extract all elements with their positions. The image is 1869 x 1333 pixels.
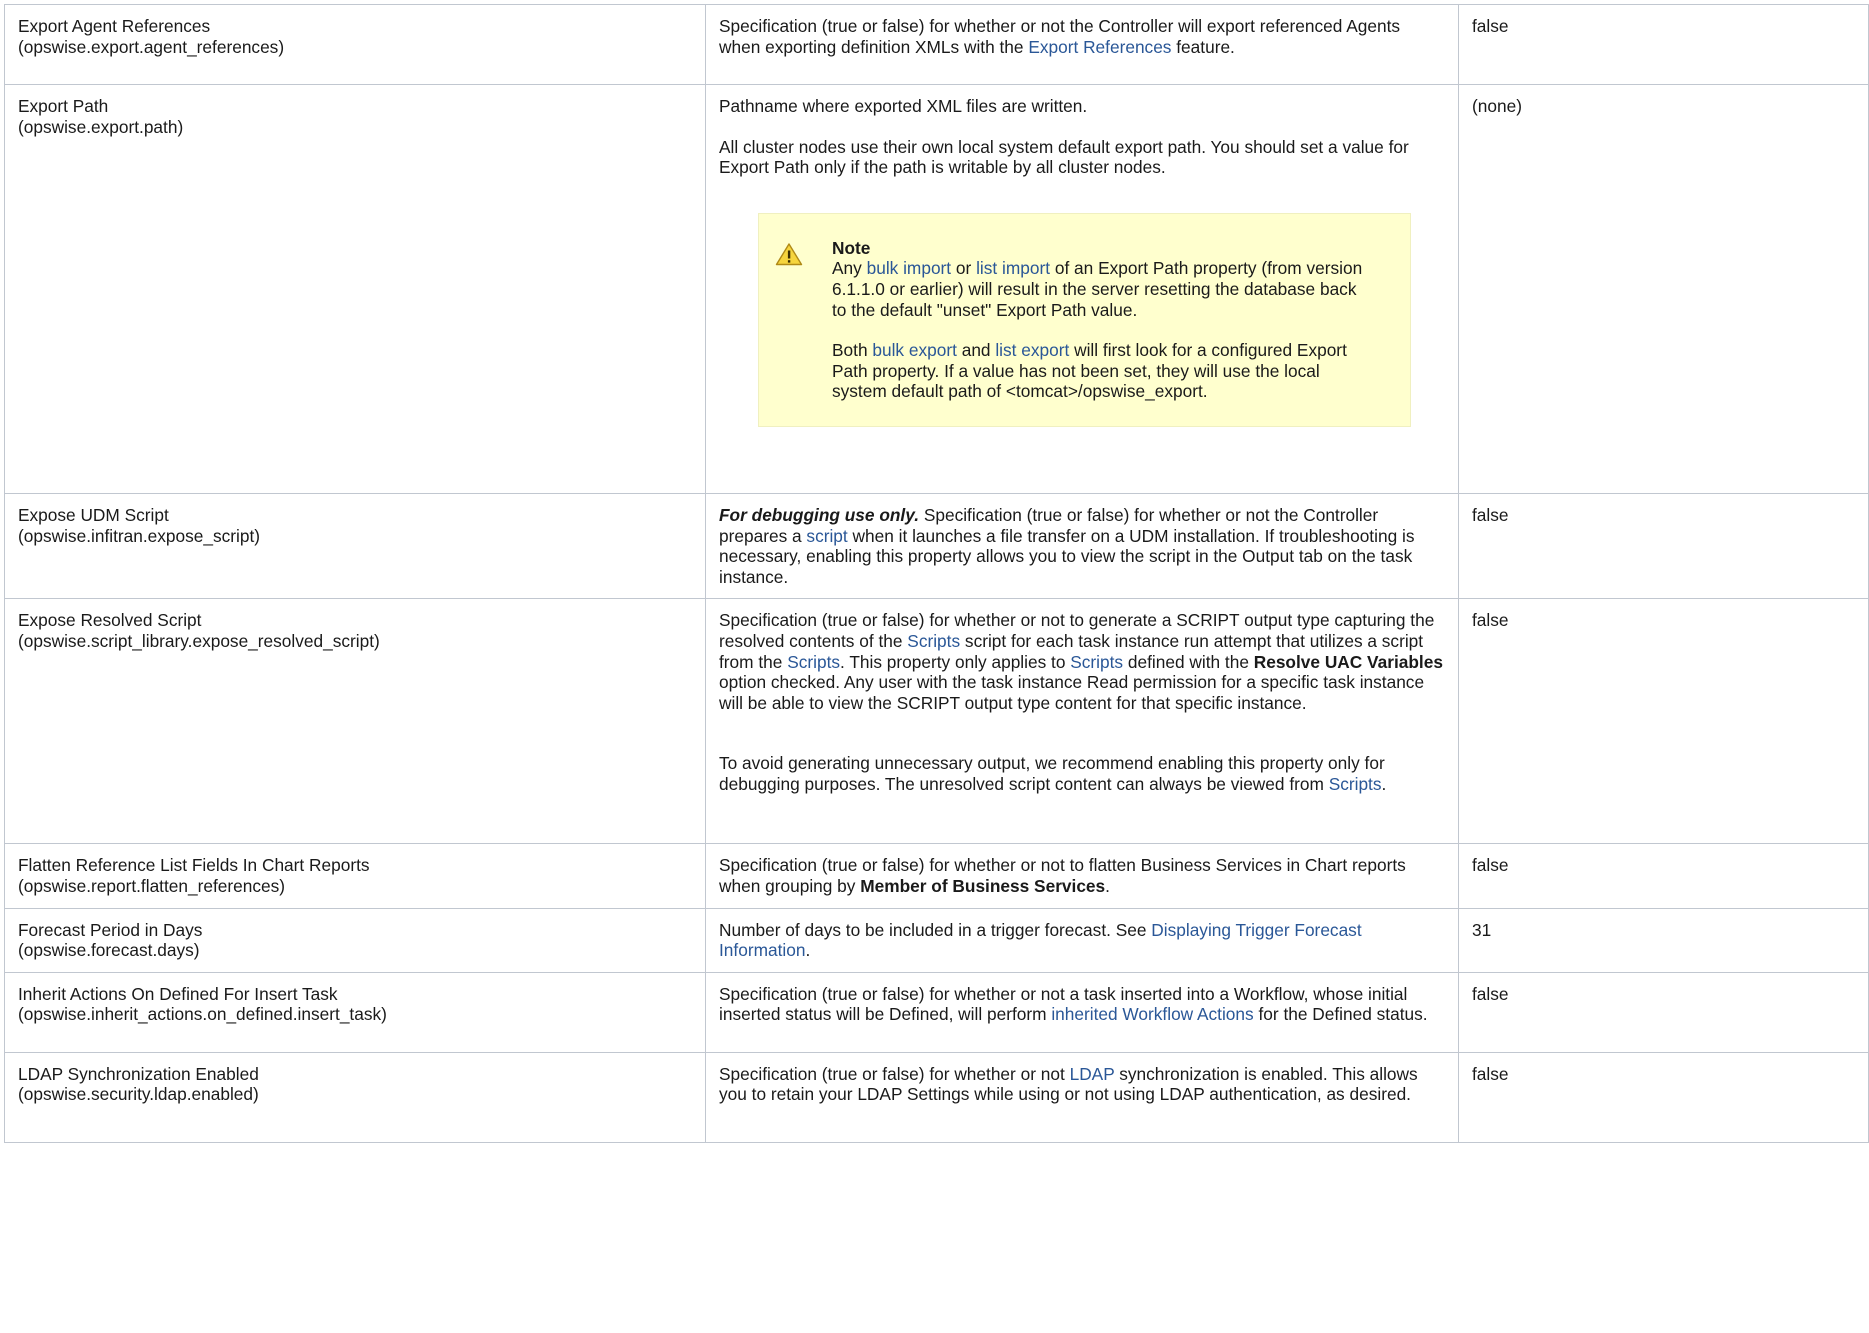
description-text: . (1105, 875, 1110, 896)
default-value: false (1472, 16, 1509, 36)
default-value: false (1472, 505, 1509, 525)
property-key: (opswise.report.flatten_references) (18, 875, 286, 896)
property-default-cell: 31 (1458, 907, 1869, 973)
table-row: Expose UDM Script (opswise.infitran.expo… (4, 492, 1869, 600)
property-key: (opswise.script_library.expose_resolved_… (18, 630, 380, 651)
property-default-cell: false (1458, 598, 1869, 845)
table-row: Expose Resolved Script (opswise.script_l… (4, 598, 1869, 845)
scripts-link[interactable]: Scripts (787, 652, 840, 672)
property-description-cell: Specification (true or false) for whethe… (705, 843, 1459, 909)
table-row: Flatten Reference List Fields In Chart R… (4, 843, 1869, 909)
note-text: or (951, 258, 977, 279)
scripts-link[interactable]: Scripts (907, 631, 960, 651)
description-text: feature. (1171, 36, 1235, 57)
property-name-cell: LDAP Synchronization Enabled (opswise.se… (4, 1051, 706, 1143)
table-row: Export Agent References (opswise.export.… (4, 4, 1869, 85)
property-default-cell: false (1458, 843, 1869, 909)
property-name-cell: Export Agent References (opswise.export.… (4, 4, 706, 85)
property-key: (opswise.infitran.expose_script) (18, 525, 261, 546)
description-paragraph: Specification (true or false) for whethe… (719, 610, 1445, 713)
property-description-cell: Specification (true or false) for whethe… (705, 1051, 1459, 1143)
note-paragraph: Any bulk import or list import of an Exp… (832, 258, 1370, 320)
property-name-cell: Flatten Reference List Fields In Chart R… (4, 843, 706, 909)
properties-page: Export Agent References (opswise.export.… (0, 0, 1869, 1333)
property-key: (opswise.export.agent_references) (18, 36, 285, 57)
description-paragraph: Pathname where exported XML files are wr… (719, 96, 1088, 116)
default-value: false (1472, 1063, 1509, 1084)
description-paragraph: To avoid generating unnecessary output, … (719, 753, 1445, 794)
property-name: Expose Resolved Script (18, 610, 202, 631)
note-panel: Note Any bulk import or list import of a… (758, 212, 1411, 427)
property-name-cell: Forecast Period in Days (opswise.forecas… (4, 907, 706, 973)
description-text: Number of days to be included in a trigg… (719, 919, 1152, 940)
property-description-cell: Number of days to be included in a trigg… (705, 907, 1459, 973)
property-description-cell: Specification (true or false) for whethe… (705, 598, 1459, 845)
property-name: Flatten Reference List Fields In Chart R… (18, 855, 370, 876)
property-description-cell: Specification (true or false) for whethe… (705, 971, 1459, 1053)
table-row: Forecast Period in Days (opswise.forecas… (4, 907, 1869, 973)
scripts-link[interactable]: Scripts (1070, 652, 1123, 672)
property-key: (opswise.export.path) (18, 116, 184, 137)
table-row: Export Path (opswise.export.path) Pathna… (4, 84, 1869, 494)
property-default-cell: false (1458, 971, 1869, 1053)
scripts-link[interactable]: Scripts (1329, 774, 1382, 794)
property-name: LDAP Synchronization Enabled (18, 1063, 259, 1084)
default-value: 31 (1472, 919, 1492, 940)
note-text: Any (832, 258, 867, 279)
list-export-link[interactable]: list export (995, 340, 1069, 360)
default-value: false (1472, 855, 1509, 876)
table-row: LDAP Synchronization Enabled (opswise.se… (4, 1051, 1869, 1143)
default-value: false (1472, 983, 1509, 1004)
debug-warning-text: For debugging use only. (719, 505, 920, 525)
resolve-variables-option: Resolve UAC Variables (1253, 651, 1443, 672)
bulk-export-link[interactable]: bulk export (872, 340, 957, 360)
property-name: Forecast Period in Days (18, 919, 203, 940)
description-text: Specification (true or false) for whethe… (719, 1063, 1070, 1084)
table-row: Inherit Actions On Defined For Insert Ta… (4, 971, 1869, 1053)
property-name-cell: Expose UDM Script (opswise.infitran.expo… (4, 492, 706, 600)
description-text: option checked. Any user with the task i… (719, 672, 1425, 713)
property-name: Export Path (18, 96, 109, 116)
property-name: Expose UDM Script (18, 505, 169, 525)
bulk-import-link[interactable]: bulk import (867, 258, 952, 278)
note-title: Note (832, 237, 871, 258)
description-text: . (805, 940, 811, 961)
property-key: (opswise.forecast.days) (18, 940, 200, 961)
ldap-link[interactable]: LDAP (1070, 1064, 1115, 1084)
default-value: false (1472, 610, 1509, 631)
note-text: Both (832, 340, 873, 361)
property-default-cell: false (1458, 1051, 1869, 1143)
property-default-cell: false (1458, 492, 1869, 600)
property-name-cell: Export Path (opswise.export.path) (4, 84, 706, 494)
property-description-cell: For debugging use only. Specification (t… (705, 492, 1459, 600)
note-paragraph: Both bulk export and list export will fi… (832, 340, 1370, 402)
properties-table: Export Agent References (opswise.export.… (4, 4, 1869, 1143)
description-text: To avoid generating unnecessary output, … (719, 753, 1385, 794)
property-key: (opswise.inherit_actions.on_defined.inse… (18, 1004, 387, 1025)
property-name-cell: Inherit Actions On Defined For Insert Ta… (4, 971, 706, 1053)
description-text: . (1381, 773, 1387, 794)
description-text: for the Defined status. (1253, 1004, 1428, 1025)
description-paragraph: All cluster nodes use their own local sy… (719, 136, 1409, 178)
property-name: Inherit Actions On Defined For Insert Ta… (18, 983, 338, 1004)
inherited-workflow-actions-link[interactable]: inherited Workflow Actions (1051, 1004, 1253, 1024)
note-text: and (956, 340, 996, 361)
property-description-cell: Specification (true or false) for whethe… (705, 4, 1459, 85)
property-key: (opswise.security.ldap.enabled) (18, 1084, 259, 1105)
member-of-business-services-term: Member of Business Services (860, 875, 1106, 896)
property-default-cell: (none) (1458, 84, 1869, 494)
default-value: (none) (1472, 96, 1522, 116)
property-name: Export Agent References (18, 16, 211, 36)
export-references-link[interactable]: Export References (1028, 37, 1171, 57)
list-import-link[interactable]: list import (976, 258, 1050, 278)
property-description-cell: Pathname where exported XML files are wr… (705, 84, 1459, 494)
description-text: defined with the (1123, 651, 1254, 672)
warning-icon (775, 243, 803, 265)
property-default-cell: false (1458, 4, 1869, 85)
script-link[interactable]: script (806, 526, 847, 546)
description-text: . This property only applies to (840, 651, 1071, 672)
property-name-cell: Expose Resolved Script (opswise.script_l… (4, 598, 706, 845)
